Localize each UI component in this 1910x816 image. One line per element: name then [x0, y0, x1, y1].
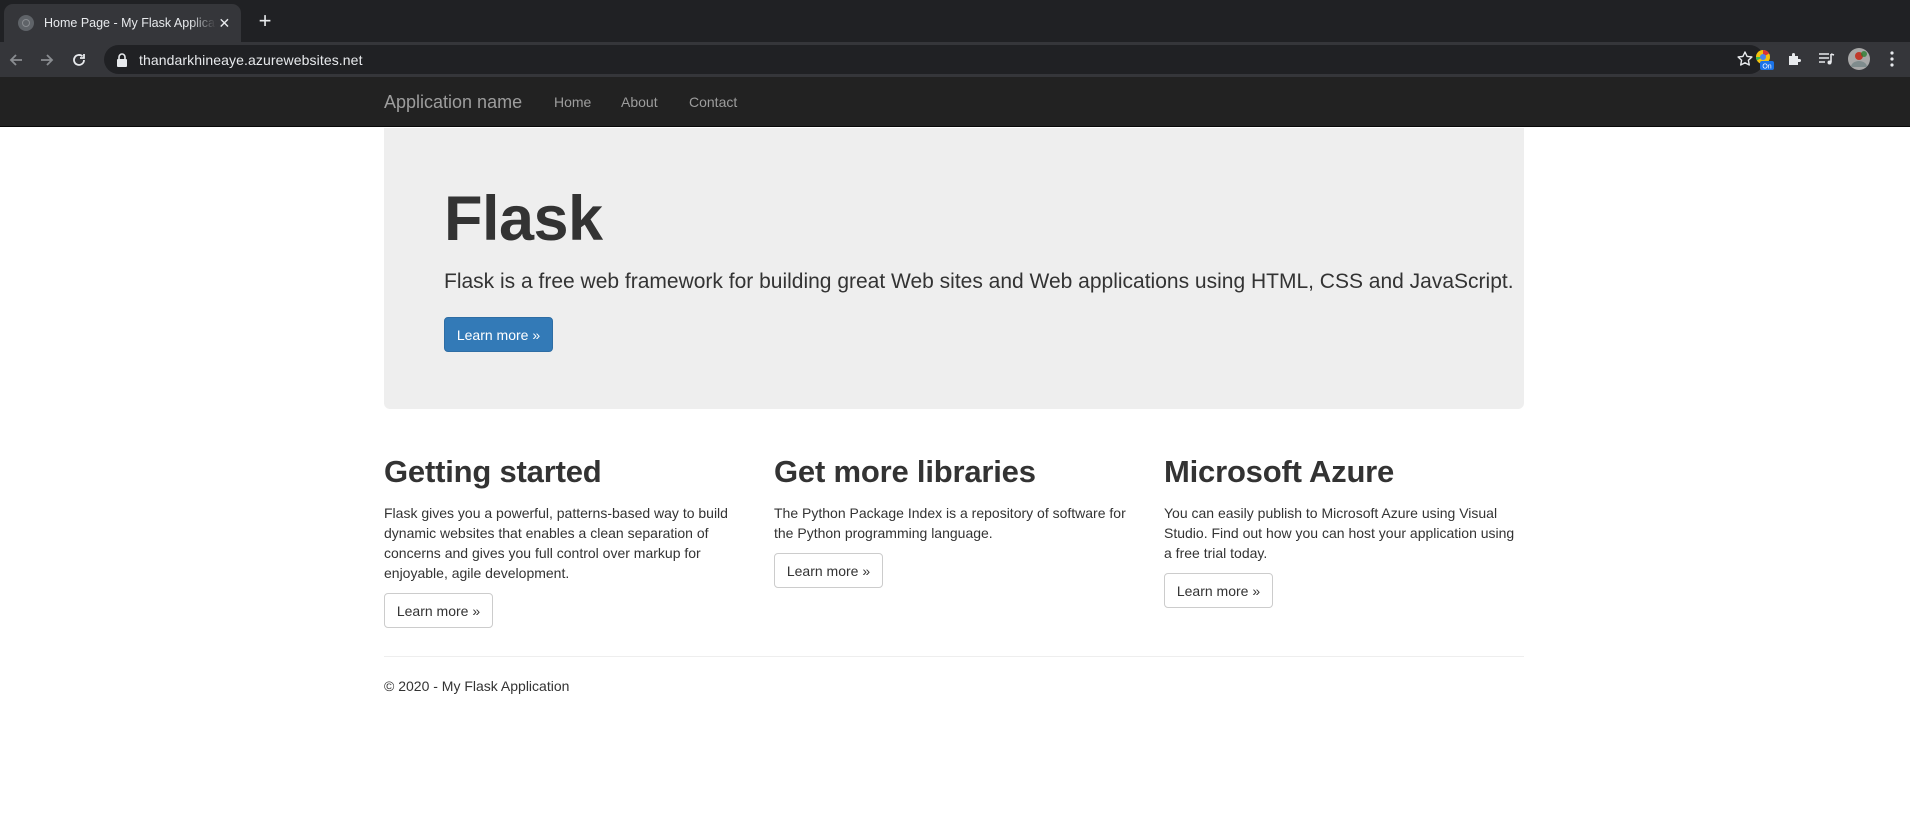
column-microsoft-azure: Microsoft Azure You can easily publish t…	[1164, 454, 1524, 609]
reload-icon[interactable]	[67, 48, 91, 72]
lock-icon[interactable]	[114, 52, 130, 68]
plus-icon[interactable]: +	[252, 9, 278, 35]
url-text: thandarkhineaye.azurewebsites.net	[139, 51, 363, 68]
menu-icon[interactable]	[1880, 47, 1904, 71]
column-title: Microsoft Azure	[1164, 454, 1395, 489]
forward-icon[interactable]	[35, 48, 59, 72]
column-title: Getting started	[384, 454, 602, 489]
column-get-more-libraries: Get more libraries The Python Package In…	[774, 454, 1134, 589]
address-bar[interactable]: thandarkhineaye.azurewebsites.net	[104, 45, 1764, 74]
media-icon[interactable]	[1814, 47, 1838, 71]
learn-more-button[interactable]: Learn more »	[774, 553, 883, 589]
jumbotron-lead: Flask is a free web framework for buildi…	[444, 270, 1514, 293]
footer-text: © 2020 - My Flask Application	[384, 678, 570, 694]
browser-tab-strip: Home Page - My Flask Application ✕ +	[0, 0, 1910, 42]
nav-link-contact[interactable]: Contact	[689, 94, 737, 110]
learn-more-button-primary[interactable]: Learn more »	[444, 317, 553, 352]
column-text: You can easily publish to Microsoft Azur…	[1164, 505, 1515, 562]
avatar[interactable]	[1847, 47, 1871, 71]
jumbotron: Flask Flask is a free web framework for …	[384, 128, 1524, 409]
learn-more-button[interactable]: Learn more »	[384, 593, 493, 629]
navbar-brand[interactable]: Application name	[384, 92, 522, 113]
globe-icon	[18, 15, 34, 31]
tab-title: Home Page - My Flask Application	[44, 16, 216, 30]
browser-tab[interactable]: Home Page - My Flask Application ✕	[4, 4, 241, 42]
back-icon[interactable]	[4, 48, 28, 72]
footer-divider	[384, 656, 1524, 657]
learn-more-button[interactable]: Learn more »	[1164, 573, 1273, 609]
nav-link-home[interactable]: Home	[554, 94, 591, 110]
browser-toolbar: thandarkhineaye.azurewebsites.net On	[0, 42, 1910, 77]
column-text: Flask gives you a powerful, patterns-bas…	[384, 505, 728, 582]
close-icon[interactable]: ✕	[216, 14, 233, 32]
column-getting-started: Getting started Flask gives you a powerf…	[384, 454, 744, 629]
nav-link-about[interactable]: About	[621, 94, 658, 110]
puzzle-icon[interactable]	[1783, 47, 1807, 71]
page-title: Flask	[444, 184, 603, 254]
column-text: The Python Package Index is a repository…	[774, 505, 1126, 542]
site-navbar: Application name Home About Contact	[0, 77, 1910, 127]
extension-badge: On	[1762, 64, 1771, 71]
extension-on-icon[interactable]: On	[1752, 47, 1776, 71]
column-title: Get more libraries	[774, 454, 1036, 489]
